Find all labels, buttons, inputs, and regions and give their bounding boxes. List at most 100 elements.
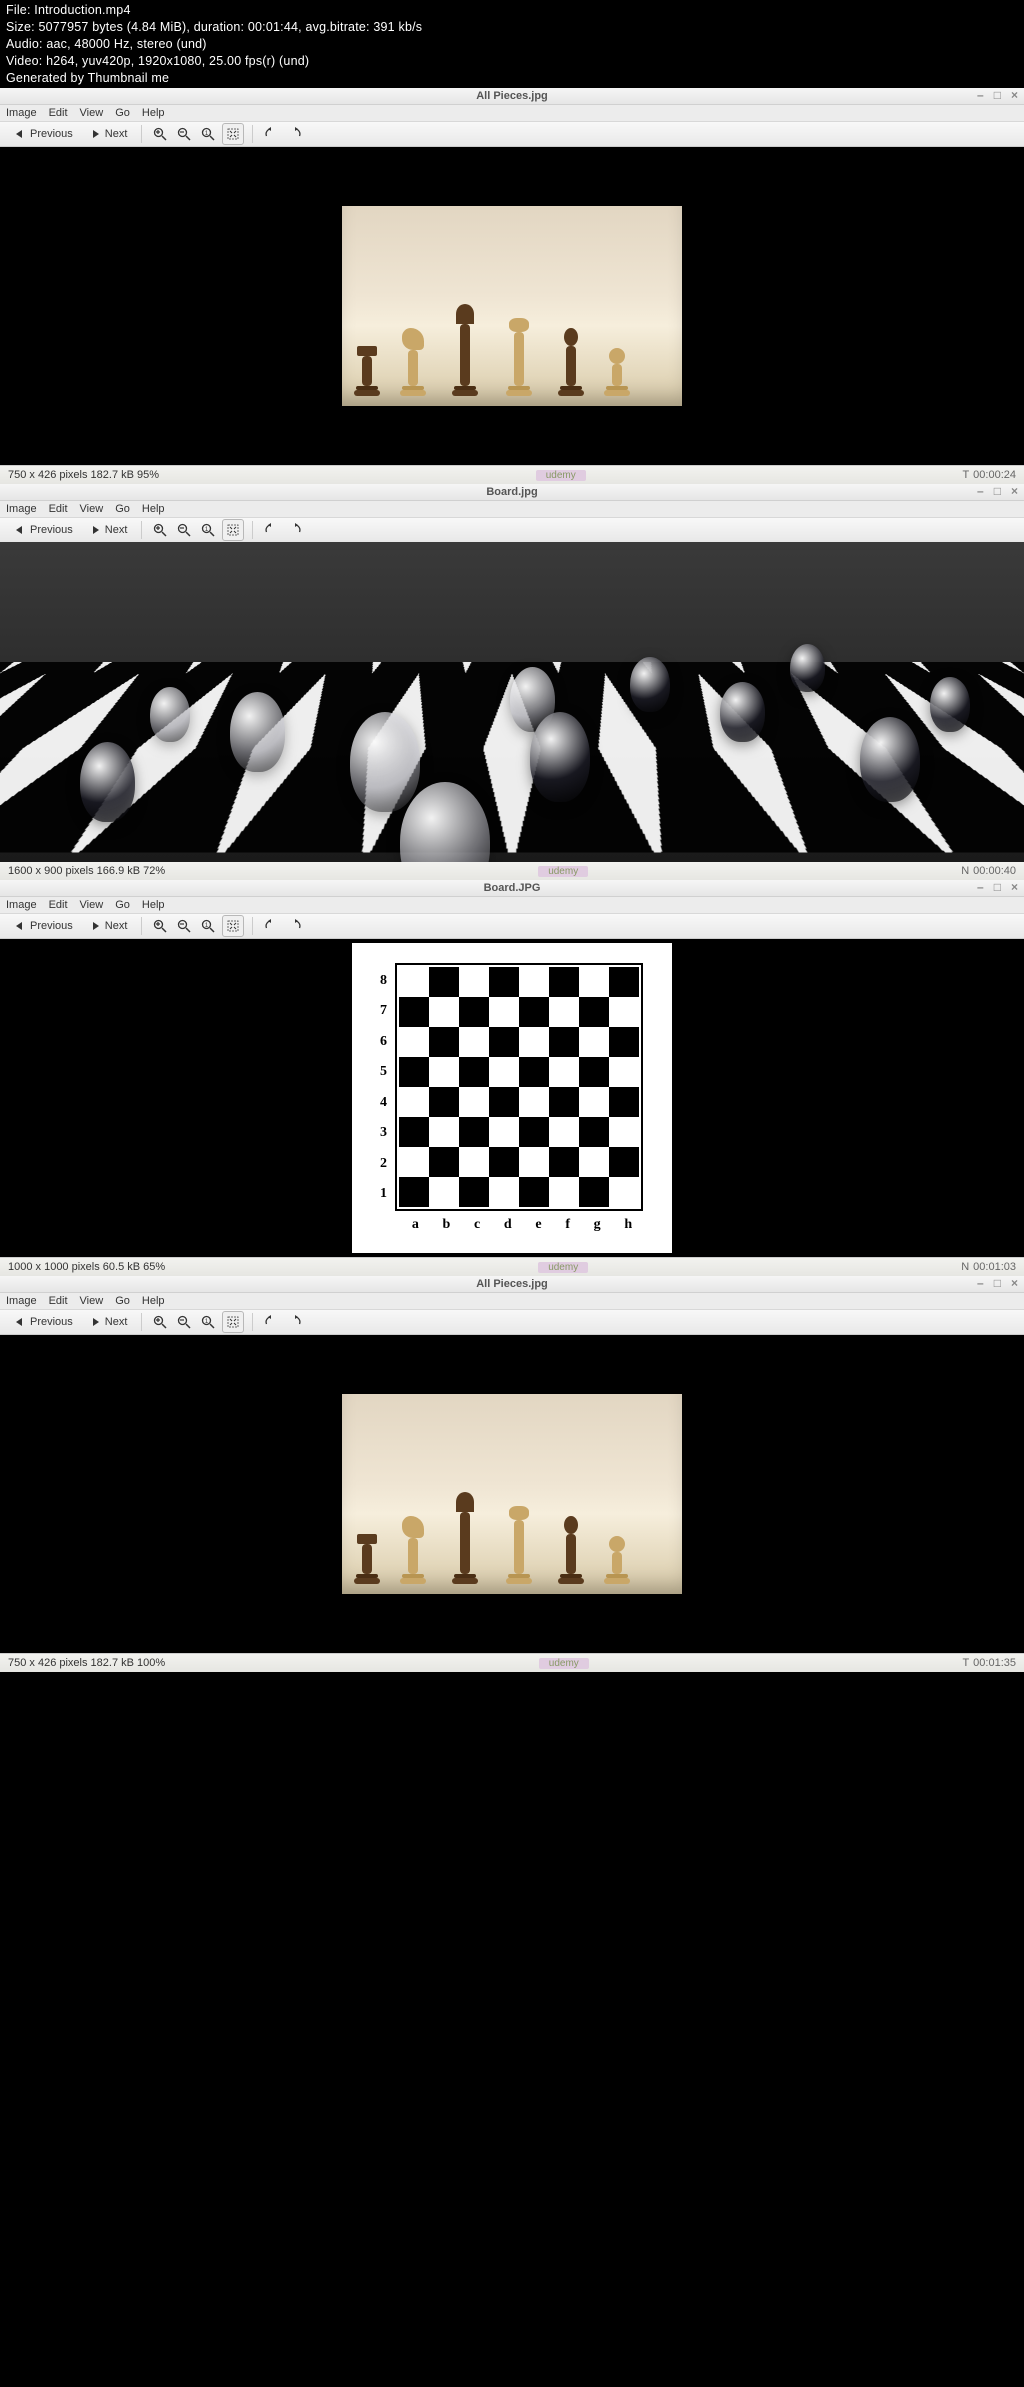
chess-piece — [452, 304, 478, 396]
menu-go[interactable]: Go — [115, 107, 130, 119]
board-square — [519, 1177, 549, 1207]
fileinfo-l3: Audio: aac, 48000 Hz, stereo (und) — [6, 36, 1018, 53]
zoom-fit-icon[interactable] — [222, 123, 244, 145]
chess-piece — [506, 318, 532, 396]
board-square — [489, 1177, 519, 1207]
chessboard-grid — [395, 963, 643, 1211]
crystal-piece — [150, 687, 190, 742]
board-square — [459, 1117, 489, 1147]
menu-help[interactable]: Help — [142, 503, 165, 515]
menu-image[interactable]: Image — [6, 1295, 37, 1307]
menu-go[interactable]: Go — [115, 503, 130, 515]
menu-view[interactable]: View — [80, 899, 104, 911]
next-button[interactable]: Next — [83, 1314, 134, 1330]
zoom-out-icon[interactable] — [174, 124, 194, 144]
image-viewport — [0, 1335, 1024, 1653]
menu-help[interactable]: Help — [142, 107, 165, 119]
crystal-piece — [720, 682, 765, 742]
zoom-fit-icon[interactable] — [222, 915, 244, 937]
crystal-piece — [530, 712, 590, 802]
menu-edit[interactable]: Edit — [49, 1295, 68, 1307]
rotate-left-icon[interactable] — [261, 520, 281, 540]
next-label: Next — [105, 1316, 128, 1328]
window-close-button[interactable]: × — [1011, 484, 1018, 498]
menu-image[interactable]: Image — [6, 503, 37, 515]
status-brand: udemy — [165, 1657, 962, 1669]
file-info-block: File: Introduction.mp4 Size: 5077957 byt… — [0, 0, 1024, 88]
zoom-actual-icon[interactable]: 1 — [198, 1312, 218, 1332]
rank-label: 4 — [380, 1095, 387, 1111]
window-maximize-button[interactable]: □ — [994, 880, 1001, 894]
crystal-piece — [860, 717, 920, 802]
menu-go[interactable]: Go — [115, 1295, 130, 1307]
zoom-in-icon[interactable] — [150, 520, 170, 540]
zoom-actual-icon[interactable]: 1 — [198, 520, 218, 540]
menu-image[interactable]: Image — [6, 899, 37, 911]
zoom-in-icon[interactable] — [150, 916, 170, 936]
previous-label: Previous — [30, 128, 73, 140]
board-square — [549, 997, 579, 1027]
board-square — [489, 1087, 519, 1117]
file-label: d — [504, 1217, 512, 1233]
menu-image[interactable]: Image — [6, 107, 37, 119]
window-minimize-button[interactable]: – — [977, 880, 984, 894]
board-square — [429, 967, 459, 997]
window-close-button[interactable]: × — [1011, 88, 1018, 102]
previous-button[interactable]: Previous — [8, 126, 79, 142]
rotate-right-icon[interactable] — [285, 916, 305, 936]
zoom-fit-icon[interactable] — [222, 1311, 244, 1333]
file-labels: abcdefgh — [400, 1217, 644, 1233]
previous-button[interactable]: Previous — [8, 522, 79, 538]
window-maximize-button[interactable]: □ — [994, 88, 1001, 102]
zoom-actual-icon[interactable]: 1 — [198, 124, 218, 144]
chess-piece — [604, 348, 630, 396]
board-square — [399, 1177, 429, 1207]
window-maximize-button[interactable]: □ — [994, 1276, 1001, 1290]
rotate-left-icon[interactable] — [261, 916, 281, 936]
rotate-left-icon[interactable] — [261, 1312, 281, 1332]
rotate-right-icon[interactable] — [285, 1312, 305, 1332]
viewer-frame-1: All Pieces.jpg – □ × Image Edit View Go … — [0, 88, 1024, 484]
zoom-out-icon[interactable] — [174, 916, 194, 936]
menu-view[interactable]: View — [80, 503, 104, 515]
zoom-fit-icon[interactable] — [222, 519, 244, 541]
toolbar: Previous Next 1 — [0, 518, 1024, 543]
next-button[interactable]: Next — [83, 918, 134, 934]
window-minimize-button[interactable]: – — [977, 484, 984, 498]
rotate-right-icon[interactable] — [285, 124, 305, 144]
window-controls: – □ × — [977, 880, 1018, 894]
menu-view[interactable]: View — [80, 107, 104, 119]
zoom-out-icon[interactable] — [174, 520, 194, 540]
chess-piece — [604, 1536, 630, 1584]
menu-edit[interactable]: Edit — [49, 503, 68, 515]
rotate-right-icon[interactable] — [285, 520, 305, 540]
window-close-button[interactable]: × — [1011, 880, 1018, 894]
menu-edit[interactable]: Edit — [49, 107, 68, 119]
window-maximize-button[interactable]: □ — [994, 484, 1001, 498]
board-square — [429, 1177, 459, 1207]
window-minimize-button[interactable]: – — [977, 1276, 984, 1290]
window-minimize-button[interactable]: – — [977, 88, 984, 102]
status-bar: 750 x 426 pixels 182.7 kB 100% udemy T00… — [0, 1653, 1024, 1672]
board-square — [579, 997, 609, 1027]
toolbar-separator — [141, 521, 142, 539]
menu-edit[interactable]: Edit — [49, 899, 68, 911]
board-square — [459, 997, 489, 1027]
zoom-actual-icon[interactable]: 1 — [198, 916, 218, 936]
menu-help[interactable]: Help — [142, 1295, 165, 1307]
menu-help[interactable]: Help — [142, 899, 165, 911]
next-button[interactable]: Next — [83, 126, 134, 142]
rotate-left-icon[interactable] — [261, 124, 281, 144]
menu-view[interactable]: View — [80, 1295, 104, 1307]
zoom-in-icon[interactable] — [150, 1312, 170, 1332]
rank-label: 8 — [380, 973, 387, 989]
zoom-out-icon[interactable] — [174, 1312, 194, 1332]
board-square — [459, 1057, 489, 1087]
zoom-in-icon[interactable] — [150, 124, 170, 144]
menu-go[interactable]: Go — [115, 899, 130, 911]
previous-button[interactable]: Previous — [8, 1314, 79, 1330]
previous-button[interactable]: Previous — [8, 918, 79, 934]
next-button[interactable]: Next — [83, 522, 134, 538]
board-square — [579, 1147, 609, 1177]
window-close-button[interactable]: × — [1011, 1276, 1018, 1290]
